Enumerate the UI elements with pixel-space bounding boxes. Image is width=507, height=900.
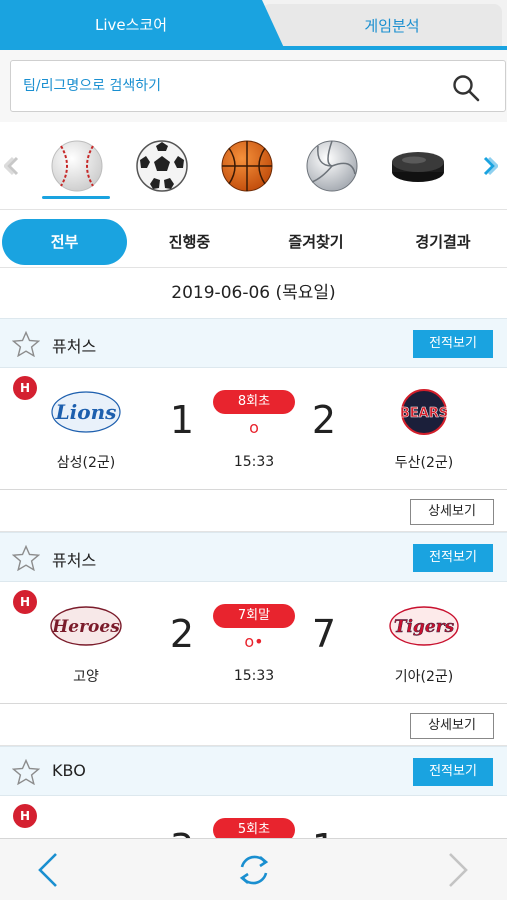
home-score: 3 — [160, 826, 204, 838]
view-record-button[interactable]: 전적보기 — [413, 330, 493, 358]
league-header: 퓨처스 전적보기 — [0, 532, 507, 582]
forward-arrow-icon[interactable] — [446, 851, 470, 889]
home-badge: H — [13, 804, 37, 828]
base-status: o• — [244, 632, 264, 651]
inning-badge: 7회말 — [213, 604, 295, 628]
search-icon[interactable] — [451, 73, 481, 103]
filter-favorites[interactable]: 즐겨찾기 — [256, 219, 376, 265]
chevron-left-icon[interactable] — [4, 154, 22, 178]
search-area — [0, 50, 507, 122]
home-score: 1 — [169, 398, 195, 442]
soccer-ball-icon[interactable] — [132, 136, 192, 196]
filter-all[interactable]: 전부 — [2, 219, 127, 265]
star-icon[interactable] — [12, 759, 40, 785]
filter-tabs: 전부 진행중 즐겨찾기 경기결과 — [0, 216, 507, 268]
inning-badge: 5회초 — [213, 818, 295, 838]
tigers-logo: Tigers — [389, 606, 459, 646]
volleyball-icon[interactable] — [302, 136, 362, 196]
league-name: 퓨처스 — [52, 551, 97, 570]
tab-live-score-label: Live스코어 — [94, 16, 168, 34]
search-input[interactable] — [23, 61, 443, 111]
inning-badge: 8회초 — [213, 390, 295, 414]
away-score: 7 — [311, 612, 337, 656]
view-detail-button[interactable]: 상세보기 — [410, 713, 494, 739]
chevron-right-icon[interactable] — [480, 154, 498, 178]
filter-results[interactable]: 경기결과 — [382, 219, 504, 265]
home-badge: H — [13, 376, 37, 400]
away-score: 1 — [302, 826, 346, 838]
tab-game-analysis-label: 게임분석 — [364, 17, 420, 35]
home-badge: H — [13, 590, 37, 614]
base-status: o — [249, 418, 259, 437]
back-arrow-icon[interactable] — [36, 851, 60, 889]
baseball-icon[interactable] — [47, 136, 107, 196]
bottom-nav-bar — [0, 838, 507, 900]
heroes-logo-text: Heroes — [51, 617, 120, 637]
home-score: 2 — [169, 612, 195, 656]
away-team-name: 두산(2군) — [394, 455, 454, 471]
date-label: 2019-06-06 (목요일) — [0, 270, 507, 316]
tab-live-score[interactable]: Live스코어 — [0, 0, 285, 50]
selected-sport-indicator — [42, 196, 110, 199]
bears-logo-text: BEARS — [400, 406, 448, 421]
top-tab-bar: 게임분석 Live스코어 — [0, 0, 507, 50]
away-team-name: 기아(2군) — [394, 669, 454, 685]
game-time: 15:33 — [233, 454, 275, 470]
search-box — [10, 60, 506, 112]
league-header: 퓨처스 전적보기 — [0, 318, 507, 368]
heroes-logo: Heroes — [50, 606, 122, 646]
game-card[interactable]: H Lions 삼성(2군) 1 8회초 o 15:33 2 BEARS 두산(… — [0, 368, 507, 490]
team-logo — [386, 816, 462, 838]
tab-game-analysis[interactable]: 게임분석 — [262, 4, 502, 50]
view-detail-button[interactable]: 상세보기 — [410, 499, 494, 525]
away-score: 2 — [311, 398, 337, 442]
bears-logo: BEARS — [400, 389, 448, 435]
home-team-name: 고양 — [73, 669, 99, 685]
hockey-puck-icon[interactable] — [388, 136, 448, 196]
team-logo — [48, 816, 124, 838]
detail-row: 상세보기 — [0, 704, 507, 746]
refresh-icon[interactable] — [234, 851, 274, 889]
detail-row: 상세보기 — [0, 490, 507, 532]
star-icon[interactable] — [12, 545, 40, 571]
star-icon[interactable] — [12, 331, 40, 357]
lions-logo-text: Lions — [55, 400, 117, 424]
league-name: 퓨처스 — [52, 337, 97, 356]
basketball-icon[interactable] — [217, 136, 277, 196]
tigers-logo-text: Tigers — [394, 617, 455, 637]
view-record-button[interactable]: 전적보기 — [413, 758, 493, 786]
lions-logo: Lions — [51, 391, 121, 433]
league-header: KBO 전적보기 — [0, 746, 507, 796]
game-card[interactable]: H Heroes 고양 2 7회말 o• 15:33 7 Tigers 기아(2… — [0, 582, 507, 704]
league-name: KBO — [52, 761, 86, 780]
game-card[interactable]: H 3 5회초 1 — [0, 796, 507, 838]
filter-in-progress[interactable]: 진행중 — [132, 219, 247, 265]
game-time: 15:33 — [233, 668, 275, 684]
home-team-name: 삼성(2군) — [56, 455, 116, 471]
view-record-button[interactable]: 전적보기 — [413, 544, 493, 572]
